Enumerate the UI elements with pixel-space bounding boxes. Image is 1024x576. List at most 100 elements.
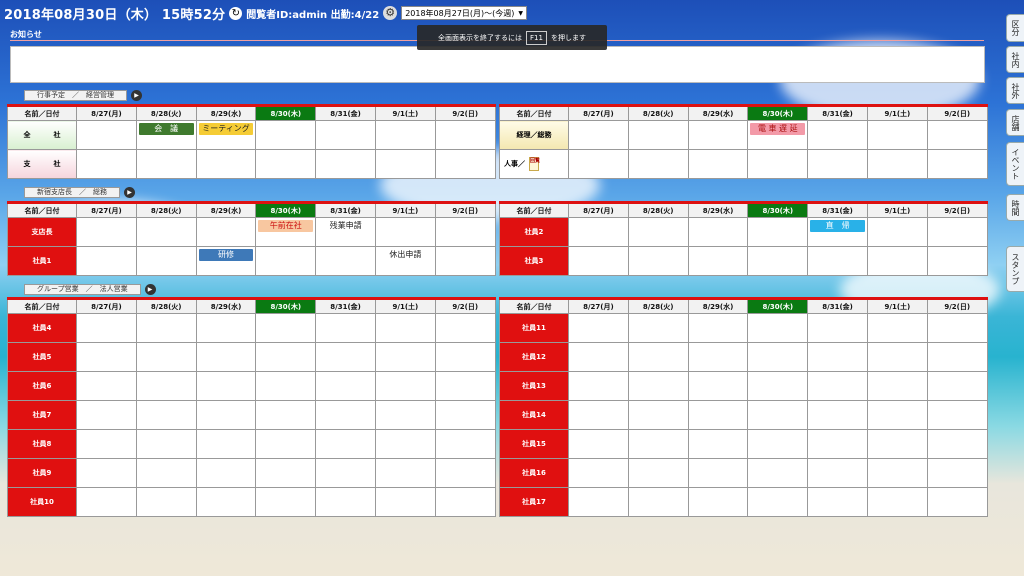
schedule-cell[interactable] [926,371,988,401]
schedule-cell[interactable] [255,313,317,343]
schedule-cell[interactable] [195,458,257,488]
schedule-cell[interactable] [135,246,197,276]
member-name[interactable]: 社員17 [499,487,569,517]
schedule-cell[interactable] [568,342,629,372]
side-tab-5[interactable]: 時間 [1006,194,1024,221]
schedule-cell[interactable] [374,487,436,517]
schedule-cell[interactable] [315,487,376,517]
side-tab-2[interactable]: 社外 [1006,77,1024,104]
schedule-cell[interactable] [374,149,436,179]
schedule-cell[interactable] [807,120,868,150]
schedule-cell[interactable] [434,149,496,179]
schedule-cell[interactable] [687,371,749,401]
schedule-cell[interactable] [315,246,376,276]
memo-icon[interactable]: 回覧 [529,157,540,171]
schedule-cell[interactable] [747,246,809,276]
schedule-cell[interactable]: 直 帰 [807,217,868,247]
member-name[interactable]: 社員15 [499,429,569,459]
schedule-cell[interactable] [747,458,809,488]
section-tab[interactable]: 新宿支店長 ／ 総務 [24,187,120,198]
schedule-cell[interactable] [926,429,988,459]
member-name[interactable]: 社員16 [499,458,569,488]
schedule-cell[interactable] [374,120,436,150]
member-name[interactable]: 社員2 [499,217,569,247]
schedule-cell[interactable] [195,400,257,430]
schedule-cell[interactable] [807,149,868,179]
member-name[interactable]: 社員6 [7,371,77,401]
schedule-cell[interactable] [866,246,928,276]
member-name[interactable]: 社員12 [499,342,569,372]
schedule-badge[interactable]: 午前在社 [258,220,314,232]
schedule-cell[interactable] [687,149,749,179]
schedule-cell[interactable] [76,487,137,517]
schedule-cell[interactable] [926,217,988,247]
schedule-note[interactable]: 残業申請 [317,220,375,231]
play-icon[interactable]: ▶ [131,90,142,101]
schedule-cell[interactable] [866,458,928,488]
schedule-cell[interactable] [926,487,988,517]
schedule-cell[interactable] [807,313,868,343]
schedule-cell[interactable] [687,429,749,459]
schedule-cell[interactable] [76,246,137,276]
schedule-cell[interactable] [434,400,496,430]
schedule-cell[interactable] [627,429,689,459]
week-select[interactable]: 2018年08月27日(月)〜(今週) ▼ [401,6,528,20]
schedule-cell[interactable] [866,371,928,401]
schedule-cell[interactable] [807,458,868,488]
schedule-cell[interactable]: 残業申請 [315,217,376,247]
play-icon[interactable]: ▶ [144,284,156,295]
schedule-cell[interactable] [926,120,988,150]
schedule-cell[interactable] [627,400,689,430]
schedule-cell[interactable] [568,400,629,430]
schedule-cell[interactable] [926,400,988,430]
schedule-cell[interactable] [627,487,689,517]
schedule-cell[interactable] [374,458,436,488]
schedule-cell[interactable] [315,371,376,401]
schedule-cell[interactable] [807,487,868,517]
refresh-icon[interactable]: ↻ [229,6,243,20]
side-tab-0[interactable]: 区分 [1006,14,1024,42]
schedule-cell[interactable] [434,429,496,459]
schedule-cell[interactable] [687,487,749,517]
schedule-cell[interactable] [568,429,629,459]
schedule-cell[interactable] [926,149,988,179]
schedule-cell[interactable] [135,458,197,488]
schedule-cell[interactable] [687,458,749,488]
schedule-cell[interactable] [627,458,689,488]
schedule-cell[interactable] [747,400,809,430]
schedule-cell[interactable] [195,429,257,459]
schedule-cell[interactable] [568,313,629,343]
schedule-cell[interactable] [687,400,749,430]
schedule-cell[interactable] [434,120,496,150]
schedule-cell[interactable]: 休出申請 [374,246,436,276]
schedule-cell[interactable] [76,371,137,401]
schedule-cell[interactable] [627,120,689,150]
schedule-cell[interactable] [135,371,197,401]
schedule-cell[interactable] [315,400,376,430]
gear-icon[interactable]: ⚙ [383,6,398,20]
schedule-cell[interactable]: 会 議 [135,120,197,150]
schedule-cell[interactable] [687,120,749,150]
schedule-cell[interactable] [627,342,689,372]
member-name[interactable]: 社員9 [7,458,77,488]
schedule-cell[interactable] [195,371,257,401]
schedule-cell[interactable] [76,149,137,179]
schedule-cell[interactable] [255,149,317,179]
member-name[interactable]: 社員14 [499,400,569,430]
schedule-cell[interactable] [135,313,197,343]
schedule-cell[interactable] [315,149,376,179]
schedule-cell[interactable] [807,246,868,276]
schedule-cell[interactable] [627,217,689,247]
schedule-cell[interactable] [374,313,436,343]
schedule-cell[interactable] [135,149,197,179]
schedule-cell[interactable] [135,400,197,430]
schedule-cell[interactable] [568,487,629,517]
schedule-cell[interactable]: 電 車 遅 延 [747,120,809,150]
schedule-cell[interactable] [568,120,629,150]
member-name[interactable]: 全 社 [7,120,77,150]
schedule-cell[interactable] [315,342,376,372]
schedule-cell[interactable] [687,313,749,343]
schedule-cell[interactable] [76,120,137,150]
schedule-note[interactable]: 休出申請 [376,249,434,260]
schedule-cell[interactable] [195,313,257,343]
